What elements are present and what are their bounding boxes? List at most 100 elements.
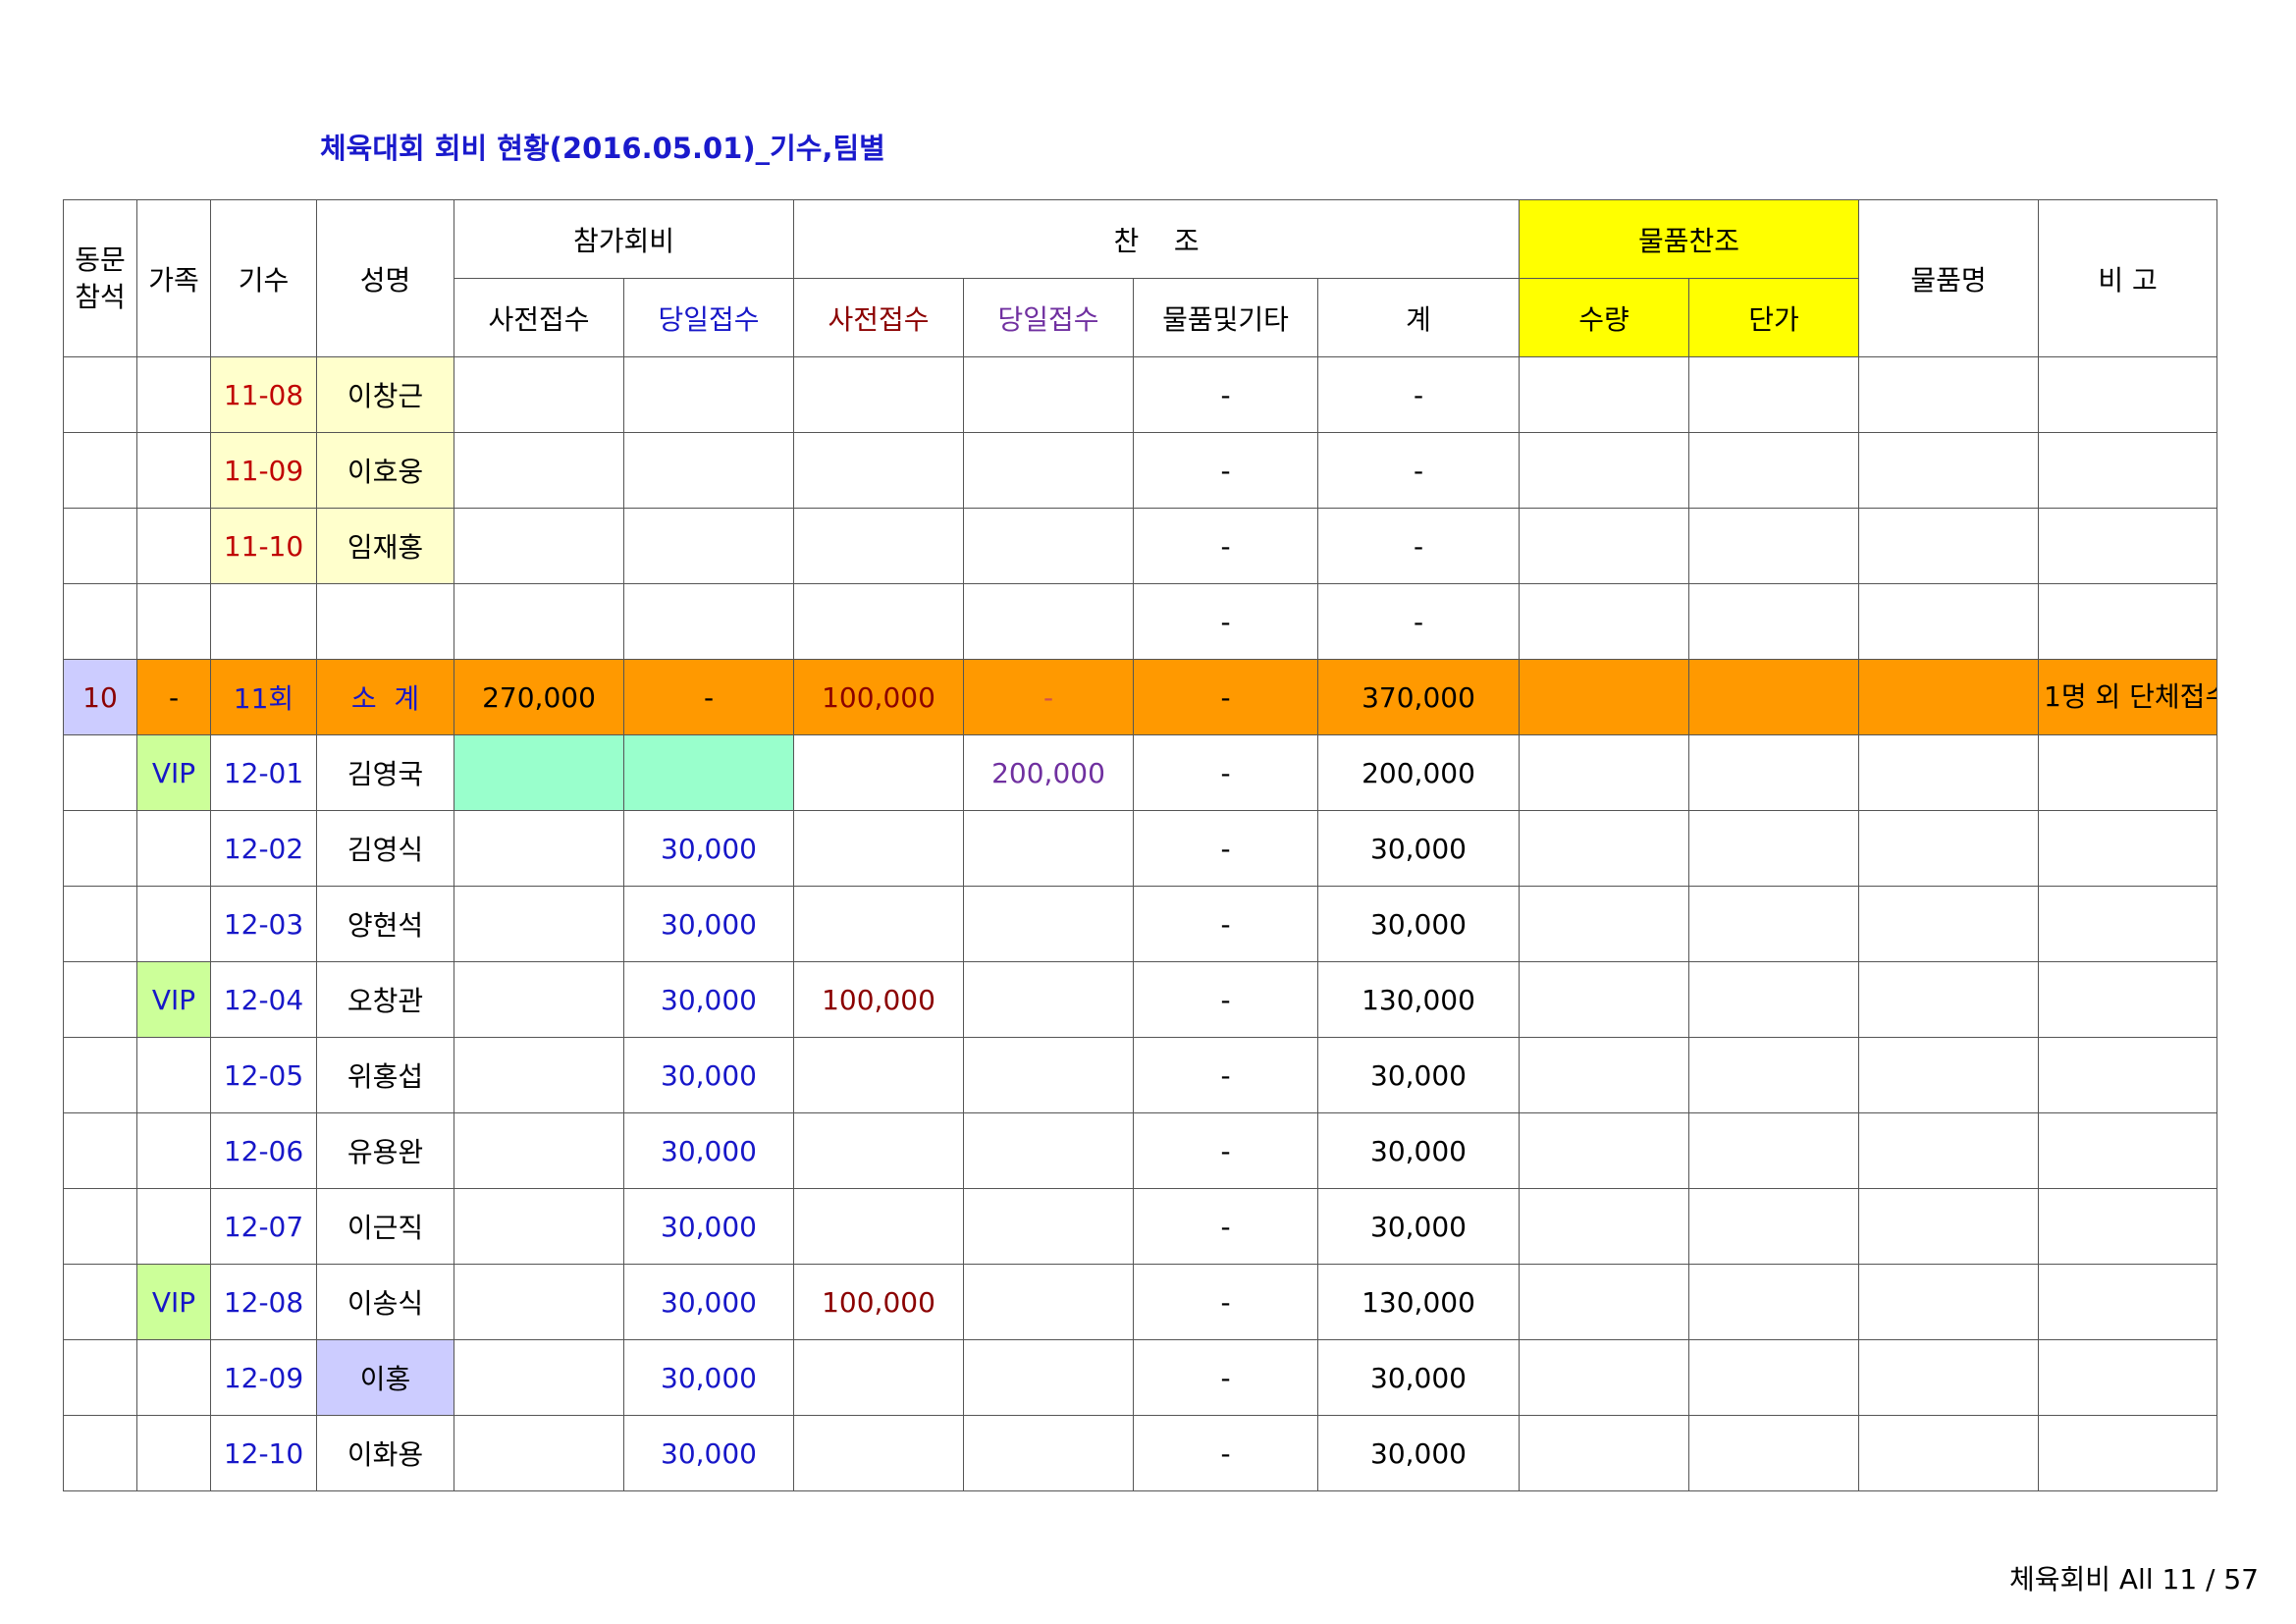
cell-remark: 1명 외 단체접수 [2038,659,2218,735]
cell-price [1688,659,1860,735]
header-sp-day: 당일접수 [963,278,1135,357]
cell-fee-pre [454,1112,624,1189]
table-row: 12-07 이근직 30,000-30,000 [63,1188,2218,1265]
cell-sp-pre [793,1415,965,1491]
cell-gisu: 11회 [210,659,317,735]
table-row: 12-09 이홍 30,000-30,000 [63,1339,2218,1416]
cell-gisu: 12-05 [210,1037,317,1113]
cell-sp-pre [793,356,965,433]
cell-qty [1519,886,1690,962]
cell-qty [1519,961,1690,1038]
cell-fee-day: 30,000 [622,1339,795,1416]
table-row: 12-02 김영식 30,000-30,000 [63,810,2218,887]
cell-attend [63,734,137,811]
cell-remark [2038,886,2218,962]
cell-goods-name [1858,886,2040,962]
cell-sp-goods: - [1133,886,1319,962]
cell-sp-goods: - [1133,659,1319,735]
cell-family [136,1112,211,1189]
table-row: 12-06 유용완 30,000-30,000 [63,1112,2218,1189]
cell-goods-name [1858,961,2040,1038]
cell-attend [63,508,137,584]
cell-sp-goods: - [1133,1339,1319,1416]
cell-qty [1519,810,1690,887]
cell-sp-goods: - [1133,1264,1319,1340]
cell-total: 130,000 [1317,961,1521,1038]
cell-remark [2038,583,2218,660]
table-row: 11-08 이창근 - - [63,356,2218,433]
cell-remark [2038,1037,2218,1113]
cell-sp-goods: - [1133,810,1319,887]
cell-fee-day: 30,000 [622,1264,795,1340]
header-family: 가족 [136,199,211,357]
cell-name: 오창관 [316,961,454,1038]
cell-sp-goods: - [1133,1037,1319,1113]
cell-price [1688,810,1860,887]
cell-price [1688,886,1860,962]
header-sp-goods: 물품및기타 [1133,278,1319,357]
cell-attend [63,1188,137,1265]
table-row: 11-10 임재홍 - - [63,508,2218,584]
cell-family [136,1188,211,1265]
cell-family: VIP [136,1264,211,1340]
cell-attend [63,961,137,1038]
cell-qty [1519,1339,1690,1416]
document-title: 체육대회 회비 현황(2016.05.01)_기수,팀별 [320,132,885,165]
cell-fee-day: 30,000 [622,810,795,887]
table-row: 12-05 위홍섭 30,000-30,000 [63,1037,2218,1113]
cell-family [136,1339,211,1416]
page-footer: 체육회비 All 11 / 57 [2008,1563,2259,1596]
cell-fee-pre [454,1264,624,1340]
cell-gisu [210,583,317,660]
header-qty: 수량 [1519,278,1690,357]
cell-price [1688,1415,1860,1491]
cell-family: - [136,659,211,735]
cell-goods-name [1858,1415,2040,1491]
header-fee-group: 참가회비 [453,199,795,279]
cell-sp-pre [793,432,965,509]
cell-sp-pre [793,1112,965,1189]
table-row: 12-10 이화용 30,000-30,000 [63,1415,2218,1491]
cell-fee-day: 30,000 [622,1037,795,1113]
cell-name: 소 계 [316,659,454,735]
cell-sp-goods: - [1133,1415,1319,1491]
cell-total: 370,000 [1317,659,1521,735]
cell-price [1688,508,1860,584]
header-goods-group: 물품찬조 [1519,199,1860,279]
cell-qty [1519,1188,1690,1265]
cell-name: 이근직 [316,1188,454,1265]
cell-attend: 10 [63,659,137,735]
cell-price [1688,1112,1860,1189]
cell-fee-pre [454,886,624,962]
cell-fee-pre [454,1415,624,1491]
table-row: 11-09 이호웅 - - [63,432,2218,509]
header-price: 단가 [1688,278,1860,357]
cell-goods-name [1858,1339,2040,1416]
cell-fee-day: 30,000 [622,961,795,1038]
cell-qty [1519,659,1690,735]
cell-name: 양현석 [316,886,454,962]
cell-gisu: 12-07 [210,1188,317,1265]
header-gisu: 기수 [210,199,317,357]
cell-sp-pre [793,1037,965,1113]
cell-price [1688,961,1860,1038]
cell-goods-name [1858,583,2040,660]
header-sp-pre: 사전접수 [793,278,965,357]
cell-total: 30,000 [1317,810,1521,887]
cell-total: - [1317,432,1521,509]
cell-family [136,432,211,509]
cell-name: 임재홍 [316,508,454,584]
cell-total: 130,000 [1317,1264,1521,1340]
cell-fee-pre [454,1188,624,1265]
cell-qty [1519,508,1690,584]
cell-sp-goods: - [1133,583,1319,660]
cell-sp-goods: - [1133,356,1319,433]
cell-sp-pre [793,886,965,962]
cell-total: 30,000 [1317,1112,1521,1189]
cell-remark [2038,1415,2218,1491]
cell-sp-day [963,1112,1135,1189]
cell-sp-day [963,886,1135,962]
cell-goods-name [1858,1037,2040,1113]
cell-goods-name [1858,1188,2040,1265]
cell-fee-pre [454,508,624,584]
